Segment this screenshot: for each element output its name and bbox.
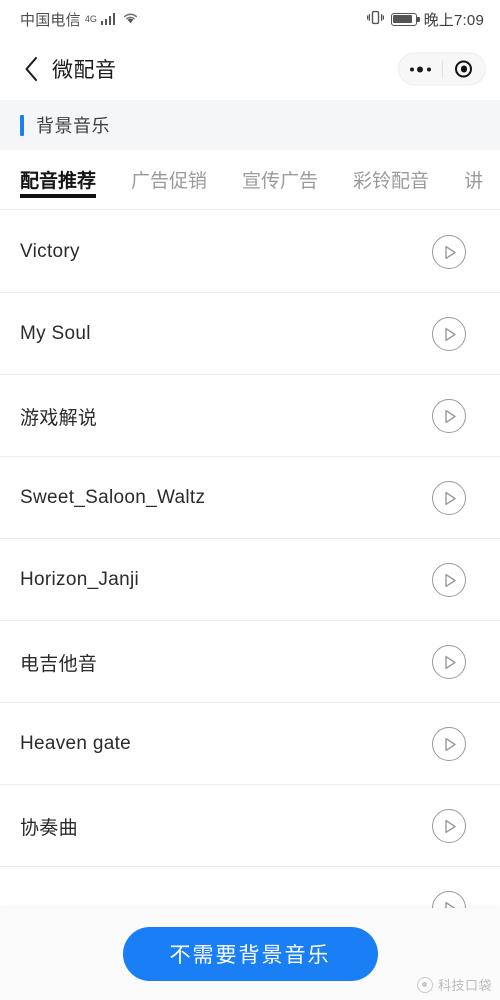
play-circle-icon[interactable] bbox=[432, 399, 466, 433]
music-list[interactable]: Victory My Soul 游戏解说 Sweet_Saloon_Waltz Hori… bbox=[0, 211, 500, 1000]
list-item-title: 协奏曲 bbox=[20, 817, 78, 839]
list-item[interactable]: 游戏解说 bbox=[0, 375, 500, 457]
clock-label: 晚上7:09 bbox=[423, 11, 484, 29]
watermark-label: 科技口袋 bbox=[437, 978, 492, 993]
tab-2[interactable]: 宣传广告 bbox=[242, 150, 318, 209]
battery-icon bbox=[390, 12, 420, 26]
play-circle-icon[interactable] bbox=[432, 727, 466, 761]
play-circle-icon[interactable] bbox=[432, 317, 466, 351]
play-circle-icon[interactable] bbox=[432, 645, 466, 679]
capsule-close-button[interactable] bbox=[443, 54, 486, 85]
nav-bar: 微配音 bbox=[0, 38, 500, 100]
back-chevron-icon bbox=[24, 56, 39, 82]
list-item[interactable]: Horizon_Janji bbox=[0, 539, 500, 621]
network-type-label: 4G bbox=[84, 14, 97, 24]
no-background-music-button[interactable]: 不需要背景音乐 bbox=[122, 927, 378, 981]
list-item-title: Sweet_Saloon_Waltz bbox=[20, 487, 206, 508]
list-item[interactable]: 电吉他音 bbox=[0, 621, 500, 703]
list-item[interactable]: 协奏曲 bbox=[0, 785, 500, 867]
vibrate-icon bbox=[366, 10, 384, 29]
play-circle-icon[interactable] bbox=[432, 809, 466, 843]
tab-1[interactable]: 广告促销 bbox=[131, 150, 207, 209]
list-item[interactable]: Heaven gate bbox=[0, 703, 500, 785]
list-item-title: 游戏解说 bbox=[20, 407, 98, 429]
status-bar-left: 中国电信 4G bbox=[20, 9, 139, 30]
capsule-menu-button[interactable] bbox=[399, 54, 442, 85]
tab-bar[interactable]: 配音推荐 广告促销 宣传广告 彩铃配音讲 bbox=[0, 150, 500, 210]
list-item-title: Horizon_Janji bbox=[20, 569, 140, 590]
status-bar: 中国电信 4G 晚上7:09 bbox=[0, 0, 500, 38]
carrier-label: 中国电信 bbox=[20, 11, 81, 29]
tab-list: 配音推荐 广告促销 宣传广告 彩铃配音讲 bbox=[0, 150, 500, 209]
target-circle-icon bbox=[455, 60, 473, 78]
section-title: 背景音乐 bbox=[36, 116, 110, 136]
more-dots-icon bbox=[409, 66, 431, 72]
list-item[interactable]: Sweet_Saloon_Waltz bbox=[0, 457, 500, 539]
accent-bar bbox=[20, 114, 24, 136]
play-circle-icon[interactable] bbox=[432, 235, 466, 269]
list-item[interactable]: Victory bbox=[0, 211, 500, 293]
watermark: 科技口袋 bbox=[416, 975, 492, 994]
play-circle-icon[interactable] bbox=[432, 563, 466, 597]
play-circle-icon[interactable] bbox=[432, 481, 466, 515]
status-bar-right: 晚上7:09 bbox=[366, 9, 484, 30]
section-header: 背景音乐 bbox=[0, 100, 500, 150]
list-item-title: Heaven gate bbox=[20, 733, 132, 754]
bottom-action-bar: 不需要背景音乐 科技口袋 bbox=[0, 908, 500, 1000]
tab-0[interactable]: 配音推荐 bbox=[20, 150, 97, 209]
page-title: 微配音 bbox=[52, 59, 117, 82]
back-button[interactable] bbox=[16, 52, 46, 86]
signal-bars-icon bbox=[100, 13, 116, 25]
wifi-icon bbox=[122, 11, 139, 28]
list-item-title: 电吉他音 bbox=[20, 653, 98, 675]
tab-4[interactable]: 讲 bbox=[464, 150, 483, 209]
list-item[interactable]: My Soul bbox=[0, 293, 500, 375]
tab-3[interactable]: 彩铃配音 bbox=[353, 150, 429, 209]
list-item-title: My Soul bbox=[20, 323, 91, 344]
wechat-capsule bbox=[398, 52, 486, 86]
list-item-title: Victory bbox=[20, 241, 80, 262]
watermark-logo-icon bbox=[416, 976, 433, 993]
